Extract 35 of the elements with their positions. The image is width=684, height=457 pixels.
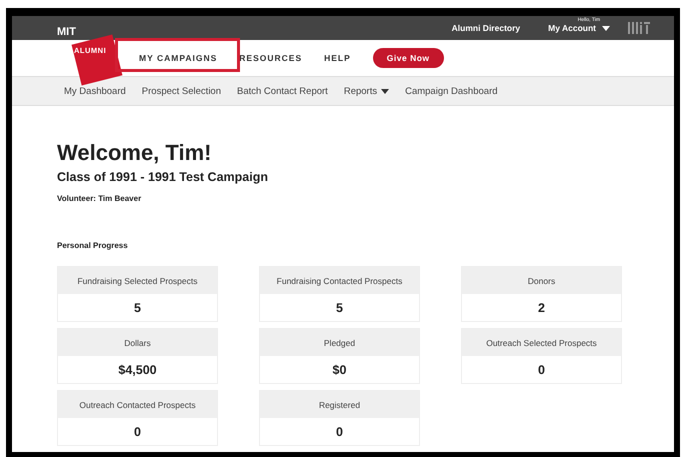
menu-link[interactable]: My Dashboard <box>64 86 126 96</box>
stat-label: Registered <box>260 391 419 418</box>
caret-icon <box>602 26 610 30</box>
give-now-button[interactable]: Give Now <box>372 48 444 68</box>
stat-label: Outreach Contacted Prospects <box>58 391 217 418</box>
caret-icon <box>381 88 390 94</box>
stat-value: 0 <box>133 424 142 440</box>
account-menu[interactable]: My Account <box>548 23 596 33</box>
section-title: Personal Progress <box>57 241 129 250</box>
nav-link[interactable]: MY CAMPAIGNS <box>139 53 218 63</box>
stat-label: Fundraising Contacted Prospects <box>260 267 419 294</box>
stat-value: 0 <box>537 362 546 378</box>
stat-value: 5 <box>133 300 142 316</box>
stat-value: $0 <box>332 362 348 378</box>
nav-link[interactable]: HELP <box>324 53 351 63</box>
stat-value: 5 <box>335 300 344 316</box>
campaign-title: Class of 1991 - 1991 Test Campaign <box>57 170 269 184</box>
stat-label: Fundraising Selected Prospects <box>58 267 217 294</box>
top-link[interactable]: Alumni Directory <box>452 23 520 33</box>
stat-label: Outreach Selected Prospects <box>462 329 621 356</box>
logo-text: MIT <box>57 26 76 38</box>
nav-link[interactable]: RESOURCES <box>239 53 302 63</box>
stat-label: Donors <box>462 267 621 294</box>
stat-label: Dollars <box>58 329 217 356</box>
stat-label: Pledged <box>260 329 419 356</box>
menu-link[interactable]: Batch Contact Report <box>237 86 328 96</box>
menu-link[interactable]: Prospect Selection <box>142 86 221 96</box>
stat-value: $4,500 <box>117 362 158 378</box>
bars-logo-icon <box>628 22 650 34</box>
menu-link[interactable]: Campaign Dashboard <box>405 86 498 96</box>
stat-value: 0 <box>335 424 344 440</box>
volunteer-text: Volunteer: Tim Beaver <box>57 194 142 203</box>
dropdown-menu[interactable]: Reports <box>344 86 390 96</box>
welcome-heading: Welcome, Tim! <box>57 140 212 166</box>
stat-value: 2 <box>537 300 546 316</box>
